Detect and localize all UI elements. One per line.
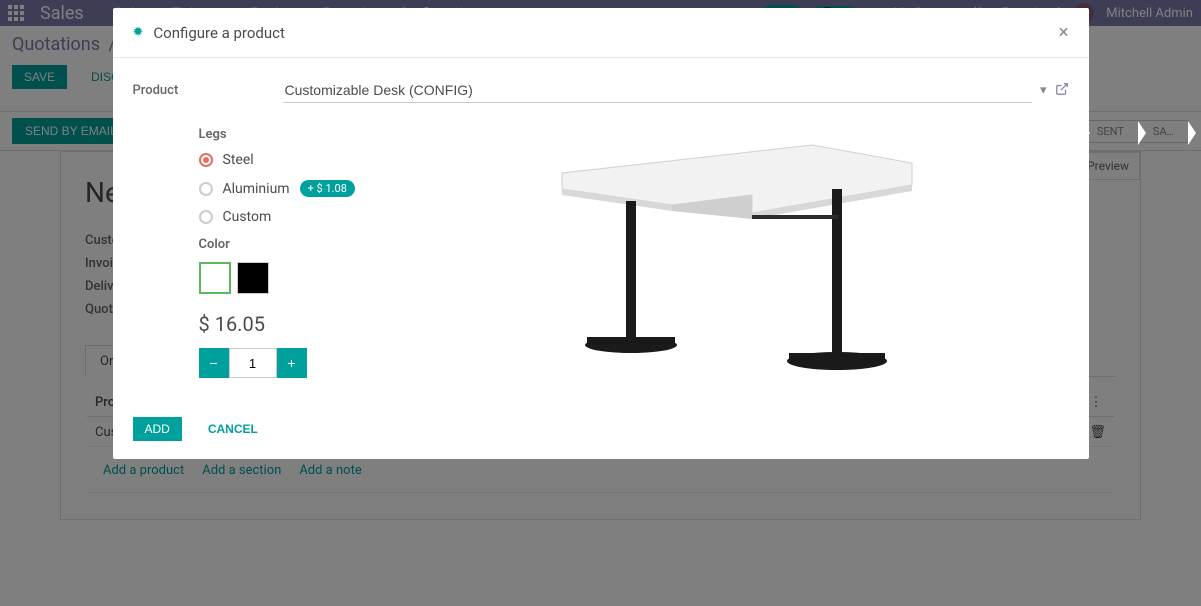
color-swatch-white[interactable] [199, 262, 231, 294]
legs-option-custom[interactable]: Custom [199, 209, 355, 225]
color-title: Color [199, 237, 355, 252]
price-extra-badge: + $ 1.08 [300, 180, 355, 197]
color-swatch-black[interactable] [237, 262, 269, 294]
radio-icon[interactable] [199, 182, 213, 196]
product-image [542, 133, 922, 393]
legs-option-steel[interactable]: Steel [199, 152, 355, 168]
legs-title: Legs [199, 127, 355, 142]
modal-overlay: ✹ Configure a product × Product ▾ Legs S… [0, 0, 1201, 606]
price-display: $ 16.05 [199, 312, 355, 336]
qty-minus-button[interactable]: − [199, 348, 229, 378]
product-field-label: Product [133, 83, 283, 98]
add-button[interactable]: Add [133, 417, 182, 441]
chevron-down-icon[interactable]: ▾ [1032, 83, 1055, 98]
bug-icon[interactable]: ✹ [133, 25, 144, 40]
close-icon[interactable]: × [1059, 22, 1069, 43]
radio-icon[interactable] [199, 210, 213, 224]
configure-product-modal: ✹ Configure a product × Product ▾ Legs S… [113, 8, 1089, 459]
legs-option-aluminium[interactable]: Aluminium + $ 1.08 [199, 180, 355, 197]
modal-title: Configure a product [153, 24, 1058, 42]
cancel-button[interactable]: Cancel [196, 417, 270, 441]
qty-input[interactable] [229, 348, 277, 378]
radio-icon[interactable] [199, 153, 213, 167]
external-link-icon[interactable] [1055, 82, 1069, 100]
product-input[interactable] [283, 78, 1032, 103]
qty-plus-button[interactable]: + [277, 348, 307, 378]
